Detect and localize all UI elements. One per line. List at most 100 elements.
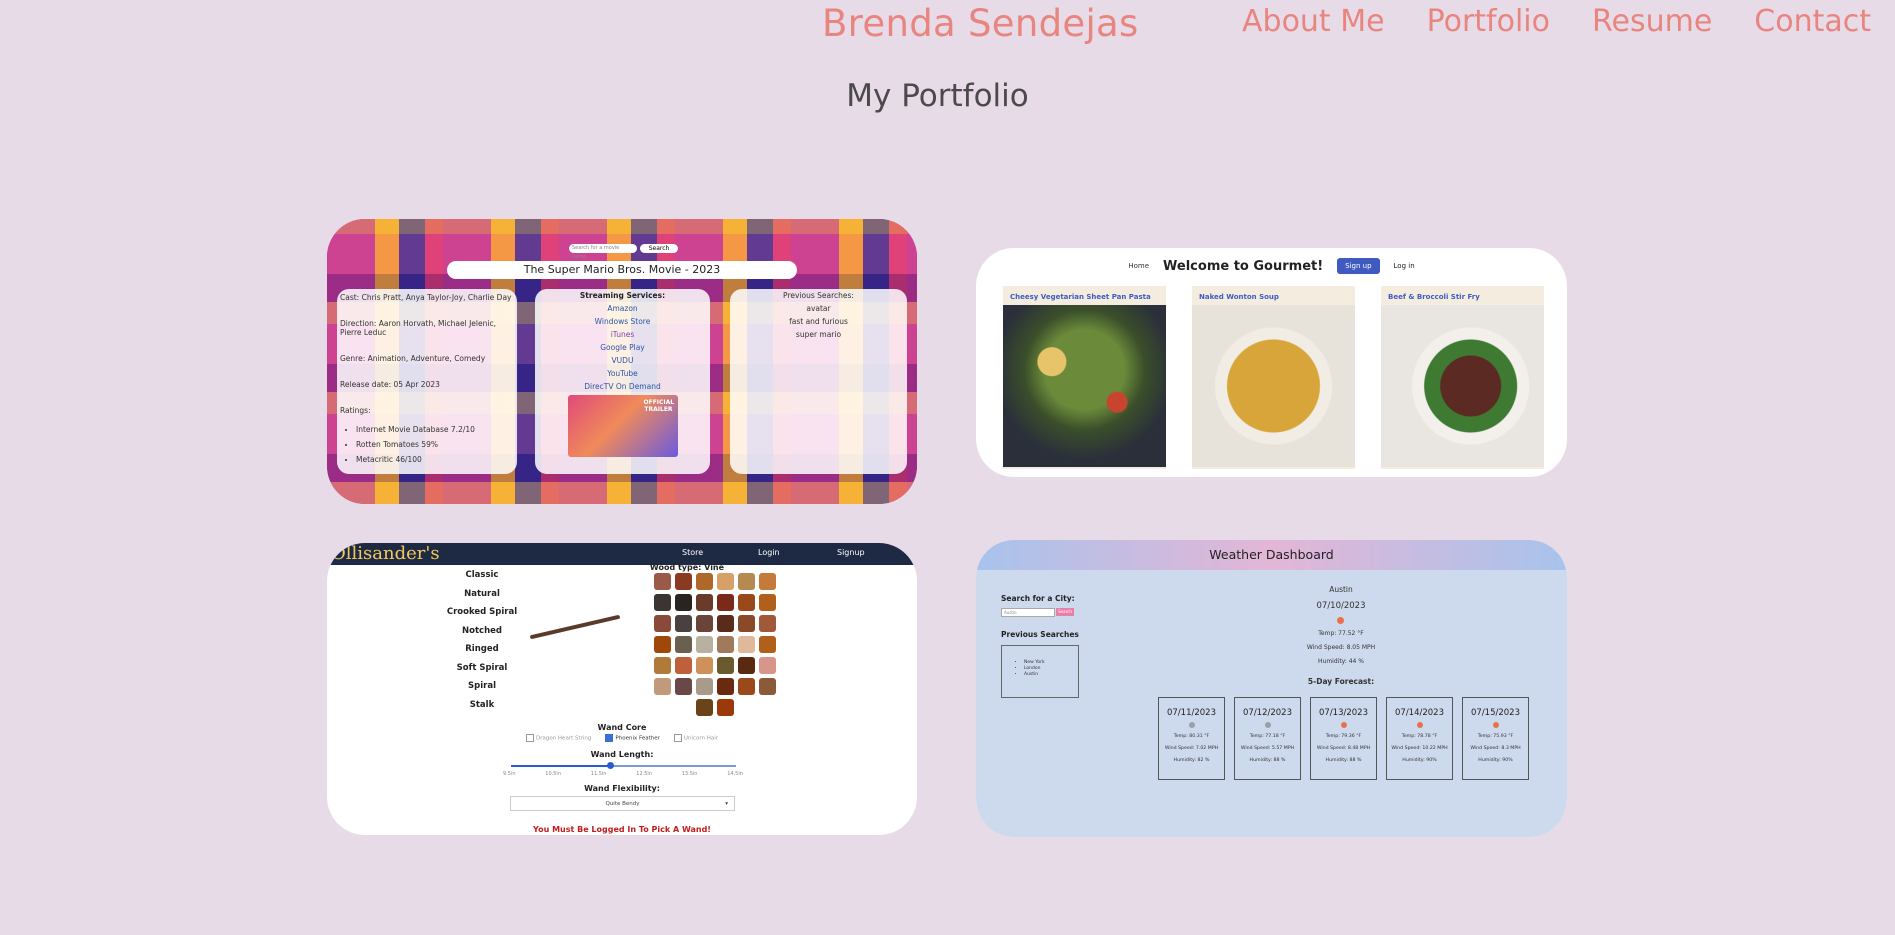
forecast-row: 07/11/2023 Temp: 80.31 °F Wind Speed: 7.… [1158,697,1529,780]
list-item: Austin [1024,672,1078,678]
streaming-link: iTunes [610,330,635,339]
wood-swatch [717,678,734,695]
tick-label: 11.5in [590,771,607,777]
forecast-wind: Wind Speed: 5.57 MPH [1240,746,1295,751]
wand-nav-login: Login [758,548,780,557]
portfolio-heading: My Portfolio [846,78,1029,114]
wood-swatch [717,636,734,653]
streaming-link: VUDU [611,356,634,365]
current-wind: Wind Speed: 8.05 MPH [1306,644,1376,651]
list-item: Rotten Tomatoes 59% [356,440,514,449]
wood-swatch [717,573,734,590]
core-option-label: Dragon Heart String [535,735,592,742]
list-item: Metacritic 46/100 [356,455,514,464]
main-nav: About Me Portfolio Resume Contact [1242,4,1871,39]
sun-icon [1340,722,1347,728]
project-card-wand-shop[interactable]: Ollisander's Store Login Signup Classic … [327,543,917,835]
project-card-weather[interactable]: Weather Dashboard Search for a City: Aus… [976,540,1567,837]
wood-swatch [759,594,776,611]
wand-style-item: Crooked Spiral [446,607,518,617]
gourmet-nav: Home Welcome to Gourmet! Sign up Log in [976,254,1567,278]
wood-swatch [696,657,713,674]
forecast-wind: Wind Speed: 7.02 MPH [1164,746,1219,751]
sun-icon [1416,722,1423,728]
previous-search-item: fast and furious [789,317,848,326]
forecast-date: 07/11/2023 [1167,708,1216,718]
city-search-label: Search for a City: [1001,594,1075,603]
forecast-humidity: Humidity: 82 % [1173,758,1210,763]
tick-label: 10.5in [545,771,561,777]
wood-swatch [738,594,755,611]
previous-search-item: super mario [795,330,842,339]
movie-release: Release date: 05 Apr 2023 [340,380,440,389]
core-option-label: Unicorn Hair [683,735,719,742]
nav-contact[interactable]: Contact [1754,4,1871,39]
core-option: Dragon Heart String [525,734,592,742]
nav-about[interactable]: About Me [1242,4,1385,39]
streaming-link: Google Play [600,343,645,352]
wood-swatch [759,636,776,653]
gourmet-welcome-title: Welcome to Gourmet! [1163,258,1324,274]
forecast-humidity: Humidity: 88 % [1249,758,1286,763]
streaming-link: Windows Store [594,317,651,326]
wood-swatch [675,594,692,611]
previous-searches-list: New York London Austin [1002,660,1078,678]
movie-search-input: Search for a movie name [569,244,637,260]
streaming-label: Streaming Services: [579,291,666,300]
project-card-movie-search[interactable]: Search for a movie name Search The Super… [327,219,917,504]
movie-trailer-thumbnail [567,395,678,457]
wood-swatch [654,615,671,632]
wood-swatch [675,636,692,653]
previous-searches-box: New York London Austin [1001,645,1079,698]
streaming-link: YouTube [607,369,638,378]
previous-searches-label: Previous Searches: [783,291,854,300]
wand-style-item: Spiral [468,681,496,691]
wand-style-list: Classic Natural Crooked Spiral Notched R… [437,570,527,718]
checkbox-icon [525,734,534,742]
site-title: Brenda Sendejas [822,2,1139,45]
current-temp: Temp: 77.52 °F [1318,630,1364,637]
wood-swatch [696,699,713,716]
movie-details-panel: Cast: Chris Pratt, Anya Taylor-Joy, Char… [337,289,517,474]
wood-swatch [696,615,713,632]
wood-swatch-grid [654,573,776,716]
recipe-title: Beef & Broccoli Stir Fry [1388,293,1480,301]
forecast-temp: Temp: 78.78 °F [1401,734,1438,739]
project-card-gourmet[interactable]: Home Welcome to Gourmet! Sign up Log in … [976,248,1567,477]
wood-swatch [675,678,692,695]
forecast-temp: Temp: 79.36 °F [1325,734,1362,739]
slider-fill [511,765,610,767]
recipe-title: Naked Wonton Soup [1199,293,1279,301]
wand-shop-logo: Ollisander's [331,543,440,564]
recipe-card: Beef & Broccoli Stir Fry [1381,286,1544,469]
previous-search-item: avatar [806,304,831,313]
forecast-card: 07/14/2023 Temp: 78.78 °F Wind Speed: 10… [1386,697,1453,780]
forecast-date: 07/15/2023 [1471,708,1520,718]
movie-ratings-list: Internet Movie Database 7.2/10 Rotten To… [340,425,514,464]
wood-swatch [696,678,713,695]
list-item: Internet Movie Database 7.2/10 [356,425,514,434]
gourmet-login-link: Log in [1393,262,1415,270]
gourmet-home-link: Home [1128,262,1150,270]
city-search-button: Search [1056,608,1074,616]
slider-thumb [607,762,614,769]
wood-swatch [738,573,755,590]
wand-core-label: Wand Core [597,723,647,732]
forecast-wind: Wind Speed: 8.3 MPH [1470,746,1521,751]
nav-portfolio[interactable]: Portfolio [1427,4,1550,39]
nav-resume[interactable]: Resume [1592,4,1712,39]
streaming-link: DirecTV On Demand [584,382,661,391]
wood-swatch [654,594,671,611]
movie-genre: Genre: Animation, Adventure, Comedy [340,354,486,363]
wood-swatch [738,636,755,653]
forecast-date: 07/13/2023 [1319,708,1368,718]
streaming-link: Amazon [607,304,638,313]
chevron-down-icon: ▾ [725,801,728,807]
recipe-image [1381,305,1544,467]
recipe-image [1003,305,1166,467]
wand-style-item: Soft Spiral [456,662,508,673]
forecast-wind: Wind Speed: 10.22 MPH [1391,746,1448,751]
wood-swatch [759,573,776,590]
forecast-wind: Wind Speed: 8.48 MPH [1316,746,1371,751]
wood-swatch [654,657,671,674]
